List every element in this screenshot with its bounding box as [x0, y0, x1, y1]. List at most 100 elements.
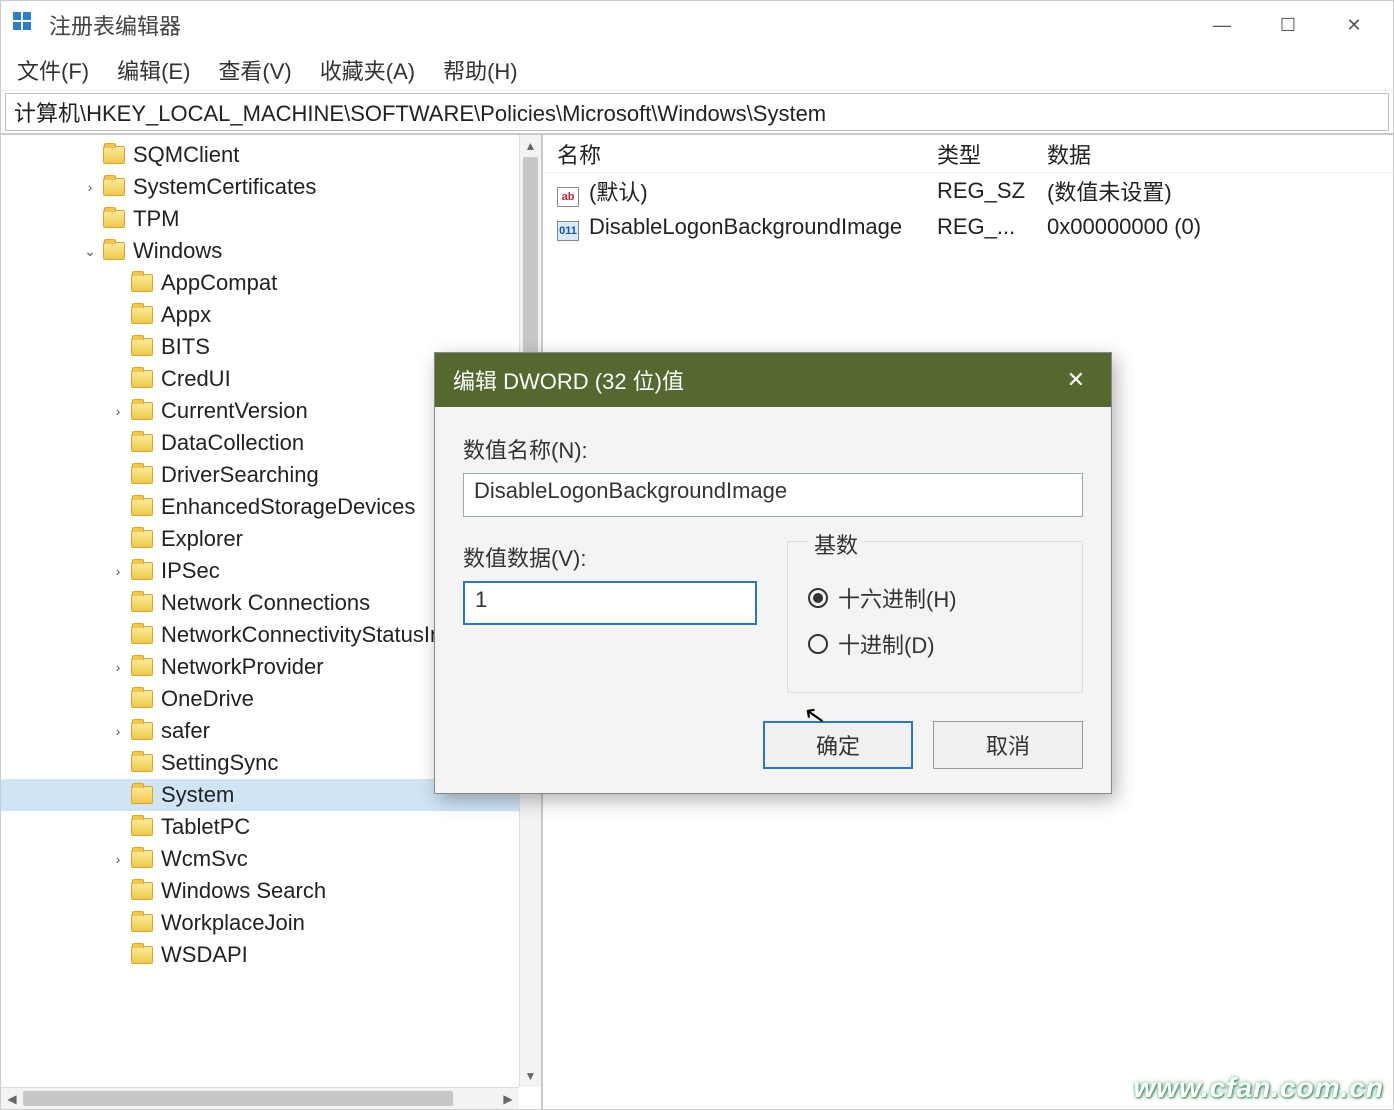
tree-item[interactable]: WorkplaceJoin — [1, 907, 519, 939]
tree-item[interactable]: ⌄Windows — [1, 235, 519, 267]
expander-icon[interactable]: › — [81, 179, 99, 195]
tree-item[interactable]: Windows Search — [1, 875, 519, 907]
tree-item-label: Windows Search — [161, 878, 332, 904]
header-data[interactable]: 数据 — [1033, 138, 1393, 170]
folder-icon — [103, 178, 125, 196]
value-type-icon: ab — [557, 187, 579, 207]
tree-item[interactable]: TabletPC — [1, 811, 519, 843]
menu-edit[interactable]: 编辑(E) — [117, 54, 190, 86]
minimize-button[interactable]: — — [1189, 5, 1255, 45]
folder-icon — [103, 242, 125, 260]
tree-item-label: TPM — [133, 206, 185, 232]
radio-icon — [808, 588, 828, 608]
tree-item[interactable]: TPM — [1, 203, 519, 235]
folder-icon — [131, 946, 153, 964]
scroll-up-icon[interactable]: ▲ — [520, 135, 541, 157]
dialog-title: 编辑 DWORD (32 位)值 — [453, 364, 684, 396]
header-name[interactable]: 名称 — [543, 138, 923, 170]
app-icon — [13, 12, 39, 38]
scroll-down-icon[interactable]: ▼ — [520, 1065, 541, 1087]
folder-icon — [131, 274, 153, 292]
close-button[interactable]: ✕ — [1321, 5, 1387, 45]
list-row[interactable]: 011DisableLogonBackgroundImageREG_...0x0… — [543, 209, 1393, 245]
folder-icon — [131, 914, 153, 932]
tree-item-label: SystemCertificates — [133, 174, 322, 200]
value-data: (数值未设置) — [1033, 175, 1393, 207]
tree-item-label: EnhancedStorageDevices — [161, 494, 421, 520]
menu-help[interactable]: 帮助(H) — [443, 54, 518, 86]
menubar: 文件(F) 编辑(E) 查看(V) 收藏夹(A) 帮助(H) — [1, 49, 1393, 91]
tree-item-label: NetworkProvider — [161, 654, 330, 680]
folder-icon — [131, 626, 153, 644]
tree-item-label: CredUI — [161, 366, 237, 392]
tree-item-label: Appx — [161, 302, 217, 328]
dialog-close-icon[interactable]: ✕ — [1059, 363, 1093, 397]
tree-item-label: AppCompat — [161, 270, 283, 296]
radio-dec[interactable]: 十进制(D) — [808, 628, 1062, 660]
folder-icon — [131, 306, 153, 324]
tree-item-label: SQMClient — [133, 142, 245, 168]
tree-item-label: safer — [161, 718, 216, 744]
tree-item[interactable]: › WcmSvc — [1, 843, 519, 875]
value-type: REG_SZ — [923, 178, 1033, 204]
value-data-label: 数值数据(V): — [463, 541, 757, 573]
tree-item-label: WorkplaceJoin — [161, 910, 311, 936]
expander-icon[interactable]: › — [109, 723, 127, 739]
tree-item-label: CurrentVersion — [161, 398, 314, 424]
ok-button[interactable]: 确定 — [763, 721, 913, 769]
tree-item-label: IPSec — [161, 558, 226, 584]
folder-icon — [131, 530, 153, 548]
folder-icon — [131, 338, 153, 356]
tree-item-label: DataCollection — [161, 430, 310, 456]
tree-horizontal-scrollbar[interactable]: ◀ ▶ — [1, 1087, 519, 1109]
expander-icon[interactable]: ⌄ — [81, 243, 99, 260]
value-data: 0x00000000 (0) — [1033, 214, 1393, 240]
watermark: www.cfan.com.cn — [1134, 1072, 1384, 1104]
tree-item[interactable]: SQMClient — [1, 139, 519, 171]
address-bar[interactable]: 计算机\HKEY_LOCAL_MACHINE\SOFTWARE\Policies… — [5, 93, 1389, 131]
menu-view[interactable]: 查看(V) — [218, 54, 291, 86]
header-type[interactable]: 类型 — [923, 138, 1033, 170]
folder-icon — [131, 818, 153, 836]
tree-item[interactable]: AppCompat — [1, 267, 519, 299]
value-name: (默认) — [589, 180, 648, 205]
tree-item-label: System — [161, 782, 240, 808]
tree-item-label: SettingSync — [161, 750, 284, 776]
tree-item-label: WSDAPI — [161, 942, 254, 968]
folder-icon — [131, 402, 153, 420]
expander-icon[interactable]: › — [109, 403, 127, 419]
expander-icon[interactable]: › — [109, 851, 127, 867]
expander-icon[interactable]: › — [109, 563, 127, 579]
value-name-label: 数值名称(N): — [463, 433, 1083, 465]
folder-icon — [131, 466, 153, 484]
value-name-field[interactable]: DisableLogonBackgroundImage — [463, 473, 1083, 517]
folder-icon — [103, 146, 125, 164]
scroll-left-icon[interactable]: ◀ — [1, 1088, 23, 1109]
tree-item-label: OneDrive — [161, 686, 260, 712]
list-header[interactable]: 名称 类型 数据 — [543, 135, 1393, 173]
list-row[interactable]: ab (默认) REG_SZ(数值未设置) — [543, 173, 1393, 209]
window-title: 注册表编辑器 — [49, 9, 181, 41]
folder-icon — [103, 210, 125, 228]
folder-icon — [131, 882, 153, 900]
folder-icon — [131, 434, 153, 452]
tree-item-label: DriverSearching — [161, 462, 325, 488]
menu-favorites[interactable]: 收藏夹(A) — [320, 54, 415, 86]
folder-icon — [131, 850, 153, 868]
folder-icon — [131, 498, 153, 516]
cancel-button[interactable]: 取消 — [933, 721, 1083, 769]
tree-item[interactable]: › SystemCertificates — [1, 171, 519, 203]
radio-hex[interactable]: 十六进制(H) — [808, 582, 1062, 614]
tree-item[interactable]: Appx — [1, 299, 519, 331]
expander-icon[interactable]: › — [109, 659, 127, 675]
maximize-button[interactable]: ☐ — [1255, 5, 1321, 45]
titlebar: 注册表编辑器 — ☐ ✕ — [1, 1, 1393, 49]
scroll-right-icon[interactable]: ▶ — [497, 1088, 519, 1109]
tree-item-label: WcmSvc — [161, 846, 254, 872]
menu-file[interactable]: 文件(F) — [17, 54, 89, 86]
value-data-input[interactable]: 1 — [463, 581, 757, 625]
tree-item[interactable]: WSDAPI — [1, 939, 519, 971]
dialog-titlebar[interactable]: 编辑 DWORD (32 位)值 ✕ — [435, 353, 1111, 407]
folder-icon — [131, 370, 153, 388]
folder-icon — [131, 690, 153, 708]
